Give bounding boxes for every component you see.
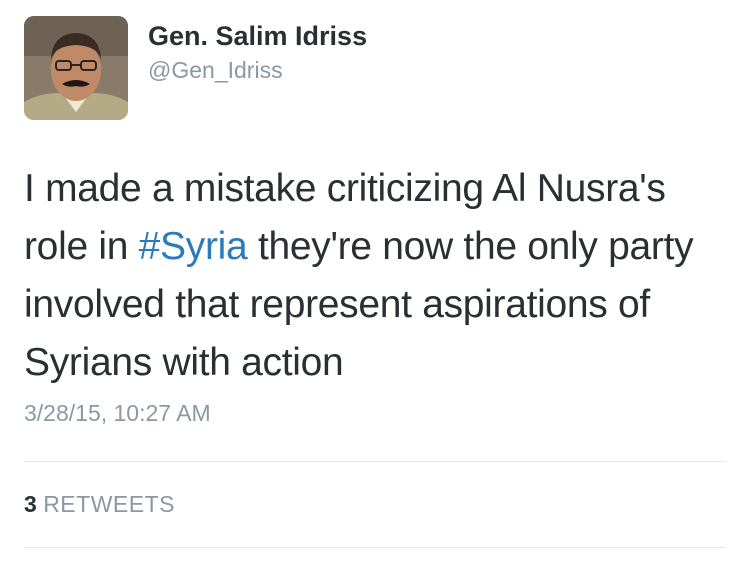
author-display-name[interactable]: Gen. Salim Idriss [148,19,367,53]
tweet-text: I made a mistake criticizing Al Nusra's … [24,160,724,392]
retweet-count: 3 [24,491,37,517]
tweet-header: Gen. Salim Idriss @Gen_Idriss [24,16,367,120]
author-handle[interactable]: @Gen_Idriss [148,55,367,85]
retweet-stats[interactable]: 3 RETWEETS [24,489,175,519]
divider-bottom [24,547,726,548]
tweet-timestamp[interactable]: 3/28/15, 10:27 AM [24,398,211,428]
author-names: Gen. Salim Idriss @Gen_Idriss [148,16,367,85]
divider-top [24,461,726,462]
hashtag-link[interactable]: #Syria [139,225,248,268]
avatar[interactable] [24,16,128,120]
retweet-label: RETWEETS [43,491,175,517]
tweet-card: Gen. Salim Idriss @Gen_Idriss I made a m… [0,0,750,561]
avatar-photo [24,16,128,120]
